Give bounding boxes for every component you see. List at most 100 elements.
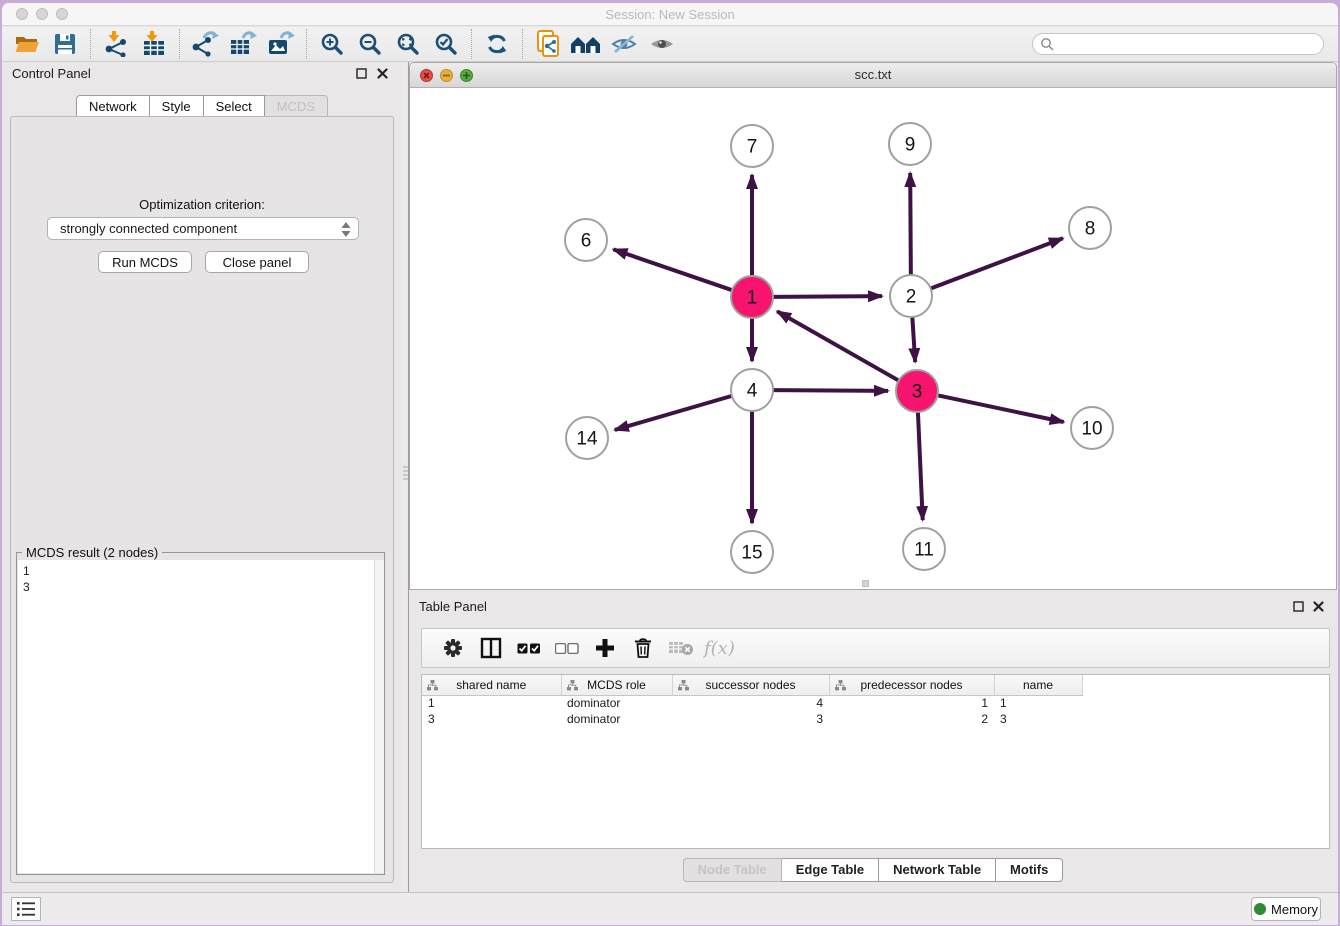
canvas-resize-grip[interactable] — [862, 580, 869, 587]
close-panel-icon[interactable] — [376, 67, 389, 80]
mcds-result-title: MCDS result (2 nodes) — [22, 545, 162, 560]
node-table[interactable]: shared nameMCDS rolesuccessor nodesprede… — [421, 674, 1330, 849]
network-graph[interactable]: 7 9 6 8 1 2 4 3 14 10 15 11 — [410, 88, 1337, 588]
table-cell[interactable]: dominator — [561, 711, 672, 727]
window-title: Session: New Session — [2, 7, 1338, 22]
edge-2-8[interactable] — [931, 238, 1063, 288]
criterion-select[interactable]: strongly connected component — [47, 217, 359, 240]
hide-selected-icon[interactable] — [605, 29, 643, 59]
close-panel-button[interactable]: Close panel — [205, 251, 309, 273]
show-all-icon[interactable] — [643, 29, 681, 59]
export-network-icon[interactable] — [186, 29, 224, 59]
delete-table-icon — [662, 633, 700, 663]
search-input[interactable] — [1058, 37, 1323, 51]
edge-3-11[interactable] — [918, 412, 923, 520]
table-row[interactable]: 3dominator323 — [422, 711, 1094, 727]
column-type-icon — [567, 680, 578, 691]
table-cell[interactable]: 4 — [672, 695, 829, 711]
column-header-successor-nodes[interactable]: successor nodes — [672, 675, 829, 695]
zoom-in-icon[interactable] — [313, 29, 351, 59]
column-header-name[interactable]: name — [994, 675, 1082, 695]
edge-4-3[interactable] — [773, 390, 888, 391]
svg-text:14: 14 — [576, 429, 598, 450]
zoom-out-icon[interactable] — [351, 29, 389, 59]
export-image-icon[interactable] — [262, 29, 300, 59]
table-cell[interactable]: 1 — [994, 695, 1082, 711]
tab-motifs[interactable]: Motifs — [996, 858, 1063, 882]
memory-status-icon — [1254, 903, 1266, 915]
column-header-shared-name[interactable]: shared name — [422, 675, 561, 695]
run-mcds-button[interactable]: Run MCDS — [98, 251, 192, 273]
graph-node-7[interactable]: 7 — [731, 125, 773, 167]
network-canvas[interactable]: 7 9 6 8 1 2 4 3 14 10 15 11 — [410, 88, 1336, 589]
save-session-icon[interactable] — [46, 29, 84, 59]
table-panel-tabs: Node Table Edge Table Network Table Moti… — [409, 858, 1337, 882]
graph-node-11[interactable]: 11 — [903, 528, 945, 570]
graph-node-6[interactable]: 6 — [565, 219, 607, 261]
tab-network-table[interactable]: Network Table — [879, 858, 996, 882]
search-box[interactable] — [1032, 33, 1324, 55]
float-panel-icon[interactable] — [355, 67, 368, 80]
select-all-icon[interactable] — [510, 633, 548, 663]
memory-button[interactable]: Memory — [1251, 897, 1321, 921]
graph-node-10[interactable]: 10 — [1071, 407, 1113, 449]
result-scrollbar[interactable] — [374, 560, 384, 873]
task-history-button[interactable] — [11, 897, 41, 921]
table-cell[interactable]: 3 — [422, 711, 561, 727]
graph-node-1[interactable]: 1 — [731, 276, 773, 318]
close-panel-icon[interactable] — [1312, 600, 1325, 613]
table-cell[interactable]: 3 — [994, 711, 1082, 727]
table-cell[interactable]: 1 — [829, 695, 994, 711]
svg-text:9: 9 — [905, 135, 916, 156]
toolbar-separator — [90, 29, 91, 59]
svg-text:11: 11 — [914, 540, 934, 561]
table-cell[interactable]: 3 — [672, 711, 829, 727]
graph-node-8[interactable]: 8 — [1069, 207, 1111, 249]
import-network-icon[interactable] — [97, 29, 135, 59]
graph-node-2[interactable]: 2 — [890, 275, 932, 317]
import-table-icon[interactable] — [135, 29, 173, 59]
refresh-icon[interactable] — [478, 29, 516, 59]
add-column-icon[interactable] — [586, 633, 624, 663]
edge-4-14[interactable] — [615, 396, 732, 430]
graph-node-3[interactable]: 3 — [896, 370, 938, 412]
float-panel-icon[interactable] — [1292, 600, 1305, 613]
edge-1-6[interactable] — [613, 249, 732, 290]
settings-icon[interactable] — [434, 633, 472, 663]
function-builder-icon: f(x) — [700, 638, 735, 659]
tab-edge-table[interactable]: Edge Table — [782, 858, 879, 882]
edge-3-10[interactable] — [938, 395, 1064, 422]
svg-text:2: 2 — [906, 287, 917, 308]
table-row[interactable]: 1dominator411 — [422, 695, 1094, 711]
export-table-icon[interactable] — [224, 29, 262, 59]
graph-node-9[interactable]: 9 — [889, 123, 931, 165]
edge-2-3[interactable] — [912, 317, 915, 362]
deselect-all-icon[interactable] — [548, 633, 586, 663]
edge-1-2[interactable] — [773, 296, 882, 297]
apply-layout-icon[interactable] — [567, 29, 605, 59]
search-icon — [1040, 37, 1054, 51]
edge-2-9[interactable] — [910, 173, 911, 275]
table-cell[interactable]: 2 — [829, 711, 994, 727]
svg-text:4: 4 — [747, 381, 758, 402]
splitter-handle-icon[interactable] — [403, 466, 408, 480]
edge-3-1[interactable] — [777, 311, 899, 380]
tab-node-table[interactable]: Node Table — [683, 858, 782, 882]
column-header-MCDS-role[interactable]: MCDS role — [561, 675, 672, 695]
new-network-from-selection-icon[interactable] — [529, 29, 567, 59]
column-header-predecessor-nodes[interactable]: predecessor nodes — [829, 675, 994, 695]
graph-node-14[interactable]: 14 — [566, 417, 608, 459]
graph-node-15[interactable]: 15 — [731, 531, 773, 573]
mcds-result-list[interactable]: 13 — [18, 560, 383, 873]
svg-text:8: 8 — [1085, 219, 1096, 240]
delete-column-icon[interactable] — [624, 633, 662, 663]
table-cell[interactable]: dominator — [561, 695, 672, 711]
zoom-fit-icon[interactable] — [389, 29, 427, 59]
toolbar-separator — [306, 29, 307, 59]
panel-splitter[interactable] — [402, 62, 409, 893]
zoom-selected-icon[interactable] — [427, 29, 465, 59]
graph-node-4[interactable]: 4 — [731, 369, 773, 411]
open-session-icon[interactable] — [8, 29, 46, 59]
columns-icon[interactable] — [472, 633, 510, 663]
table-cell[interactable]: 1 — [422, 695, 561, 711]
